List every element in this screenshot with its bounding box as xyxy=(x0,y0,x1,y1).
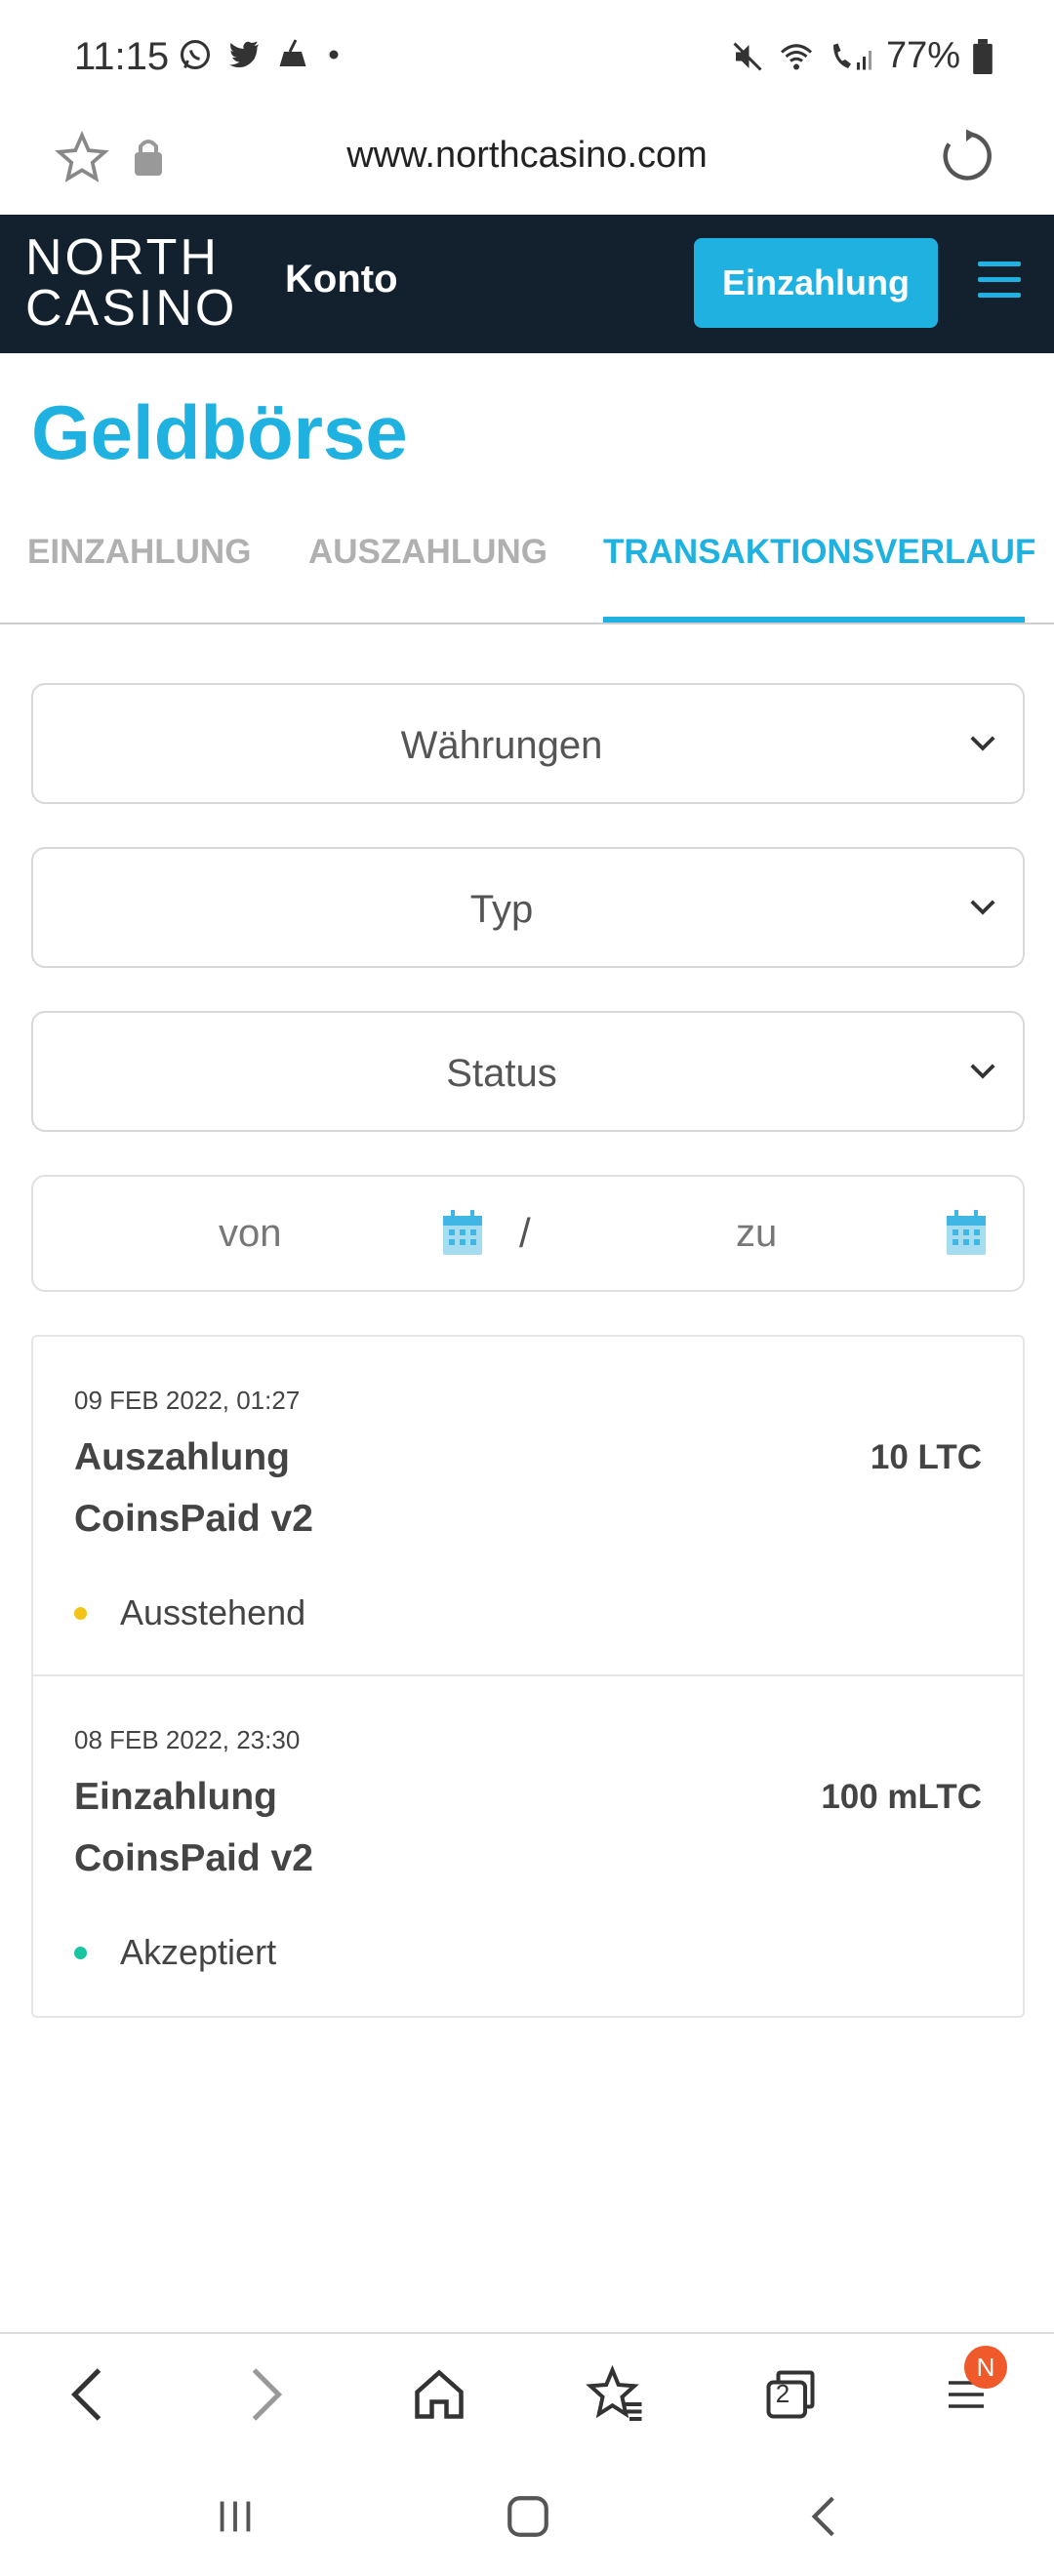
logo-line-1: NORTH xyxy=(25,229,220,286)
whatsapp-icon xyxy=(181,40,210,69)
transaction-type: Einzahlung xyxy=(74,1776,277,1818)
dot-icon xyxy=(329,50,339,60)
home-button-icon[interactable] xyxy=(504,2492,552,2541)
north-casino-logo[interactable]: NORTH CASINO xyxy=(25,232,240,338)
back-icon[interactable] xyxy=(62,2363,111,2426)
transaction-date: 08 FEB 2022, 23:30 xyxy=(74,1725,301,1754)
tab-withdrawal[interactable]: AUSZAHLUNG xyxy=(308,527,547,624)
wallet-tabs: EINZAHLUNG AUSZAHLUNG TRANSAKTIONSVERLAU… xyxy=(0,527,1054,624)
transaction-provider: CoinsPaid v2 xyxy=(74,1498,313,1540)
transaction-status: Akzeptiert xyxy=(74,1932,276,1973)
date-range-filter: von / zu xyxy=(31,1175,1025,1292)
deposit-button[interactable]: Einzahlung xyxy=(694,238,938,328)
forward-icon[interactable] xyxy=(242,2363,291,2426)
currencies-select-label: Währungen xyxy=(400,724,603,767)
chevron-down-icon xyxy=(970,736,995,751)
transaction-status-label: Akzeptiert xyxy=(120,1932,277,1972)
date-from-input[interactable]: von xyxy=(219,1212,282,1256)
browser-menu-button[interactable]: N xyxy=(943,2346,1007,2426)
status-select[interactable]: Status xyxy=(31,1011,1025,1132)
tab-transaction-history[interactable]: TRANSAKTIONSVERLAUF xyxy=(603,527,1035,624)
currencies-select[interactable]: Währungen xyxy=(31,683,1025,804)
status-dot-icon xyxy=(74,1946,87,1959)
notification-icons xyxy=(178,37,344,72)
hamburger-menu-icon[interactable] xyxy=(978,262,1021,299)
transaction-provider: CoinsPaid v2 xyxy=(74,1837,313,1879)
transaction-amount: 100 mLTC xyxy=(821,1778,982,1816)
transaction-type: Auszahlung xyxy=(74,1436,290,1478)
transaction-title: Einzahlung CoinsPaid v2 xyxy=(74,1766,562,1889)
system-status: 77% xyxy=(730,35,993,77)
account-link[interactable]: Konto xyxy=(285,258,398,302)
chevron-down-icon xyxy=(970,900,995,915)
tab-deposit[interactable]: EINZAHLUNG xyxy=(27,527,251,624)
twitter-icon xyxy=(229,41,259,68)
battery-icon xyxy=(973,38,993,74)
site-header: NORTH CASINO Konto Einzahlung xyxy=(0,215,1054,353)
status-bar: 11:15 77% xyxy=(0,0,1054,107)
recent-apps-icon[interactable] xyxy=(213,2492,258,2541)
calendar-icon[interactable] xyxy=(945,1210,988,1257)
transaction-list: 09 FEB 2022, 01:27 Auszahlung CoinsPaid … xyxy=(31,1335,1025,2018)
active-tab-indicator xyxy=(603,617,1025,623)
status-dot-icon xyxy=(74,1606,87,1620)
transaction-item[interactable]: 08 FEB 2022, 23:30 Einzahlung CoinsPaid … xyxy=(33,1676,1023,2016)
call-signal-icon xyxy=(832,43,872,69)
transaction-date: 09 FEB 2022, 01:27 xyxy=(74,1386,301,1415)
calendar-icon[interactable] xyxy=(441,1210,484,1257)
type-select-label: Typ xyxy=(469,888,534,931)
date-separator: / xyxy=(519,1210,531,1256)
tabs-count: 2 xyxy=(775,2379,790,2408)
home-icon[interactable] xyxy=(410,2363,468,2426)
logo-line-2: CASINO xyxy=(25,280,238,337)
transaction-title: Auszahlung CoinsPaid v2 xyxy=(74,1427,562,1550)
mute-icon xyxy=(733,41,762,71)
battery-percent: 77% xyxy=(885,35,960,76)
date-to-input[interactable]: zu xyxy=(736,1212,777,1256)
status-time: 11:15 xyxy=(74,35,170,78)
notification-badge: N xyxy=(964,2346,1007,2389)
browser-toolbar: 2 N xyxy=(0,2332,1054,2459)
transaction-status-label: Ausstehend xyxy=(120,1592,306,1632)
type-select[interactable]: Typ xyxy=(31,847,1025,968)
status-select-label: Status xyxy=(446,1052,557,1095)
reload-icon[interactable] xyxy=(937,127,995,185)
system-nav-bar xyxy=(0,2459,1054,2576)
tabs-button[interactable]: 2 xyxy=(761,2363,820,2426)
wifi-icon xyxy=(780,43,812,69)
system-back-icon[interactable] xyxy=(804,2492,845,2541)
chevron-down-icon xyxy=(970,1064,995,1079)
page-title: Geldbörse xyxy=(31,389,408,475)
transaction-status: Ausstehend xyxy=(74,1592,305,1633)
transaction-amount: 10 LTC xyxy=(870,1438,982,1476)
bookmarks-icon[interactable] xyxy=(586,2363,644,2426)
url-text[interactable]: www.northcasino.com xyxy=(0,135,1054,177)
browser-url-bar: www.northcasino.com xyxy=(0,107,1054,215)
transaction-item[interactable]: 09 FEB 2022, 01:27 Auszahlung CoinsPaid … xyxy=(33,1337,1023,1676)
app-icon xyxy=(279,39,306,66)
